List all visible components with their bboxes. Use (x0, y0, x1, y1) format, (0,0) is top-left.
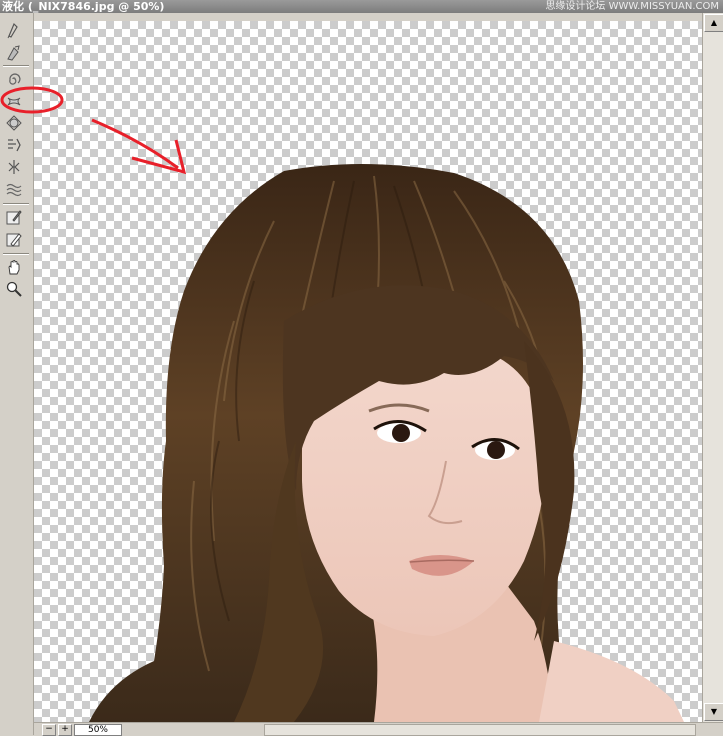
warp-icon (7, 22, 18, 39)
liquify-toolbar (0, 13, 34, 735)
title-bar: 液化 (_NIX7846.jpg @ 50%) 思缘设计论坛 WWW.MISSY… (0, 0, 723, 13)
window-title: 液化 (_NIX7846.jpg @ 50%) (2, 0, 165, 13)
twirl-clockwise-tool[interactable] (4, 69, 24, 89)
horizontal-scrollbar[interactable] (264, 724, 696, 736)
freeze-mask-tool[interactable] (4, 207, 24, 227)
push-left-icon (8, 138, 21, 152)
scroll-down-arrow-icon[interactable]: ▼ (704, 703, 723, 721)
toolbar-separator (3, 253, 29, 255)
bloat-icon (6, 115, 22, 131)
bloat-tool[interactable] (4, 113, 24, 133)
toolbar-separator (3, 203, 29, 205)
hand-tool[interactable] (4, 257, 24, 277)
freeze-mask-icon (6, 210, 22, 225)
zoom-out-button[interactable]: − (42, 724, 56, 736)
toolbar-separator (3, 65, 29, 67)
twirl-icon (9, 73, 21, 85)
mirror-icon (8, 160, 20, 174)
zoom-tool[interactable] (4, 279, 24, 299)
pucker-tool[interactable] (4, 91, 24, 111)
thaw-mask-tool[interactable] (4, 229, 24, 249)
reconstruct-icon (7, 45, 20, 61)
reconstruct-tool[interactable] (4, 43, 24, 63)
zoom-icon (6, 281, 22, 297)
mirror-tool[interactable] (4, 157, 24, 177)
portrait-photo (89, 163, 684, 722)
watermark: 思缘设计论坛 WWW.MISSYUAN.COM (545, 1, 719, 12)
pucker-icon (7, 97, 21, 106)
canvas-top-margin (34, 13, 702, 21)
zoom-status-bar: − + 50% (34, 722, 723, 736)
hand-icon (8, 259, 20, 275)
thaw-mask-icon (6, 233, 22, 247)
forward-warp-tool[interactable] (4, 20, 24, 40)
preview-canvas[interactable] (34, 21, 702, 722)
zoom-in-button[interactable]: + (58, 724, 72, 736)
scroll-up-arrow-icon[interactable]: ▲ (704, 14, 723, 32)
push-left-tool[interactable] (4, 135, 24, 155)
zoom-level-field[interactable]: 50% (74, 724, 122, 736)
turbulence-tool[interactable] (4, 179, 24, 199)
vertical-scrollbar[interactable]: ▲ ▼ (702, 13, 723, 722)
turbulence-icon (6, 183, 22, 197)
